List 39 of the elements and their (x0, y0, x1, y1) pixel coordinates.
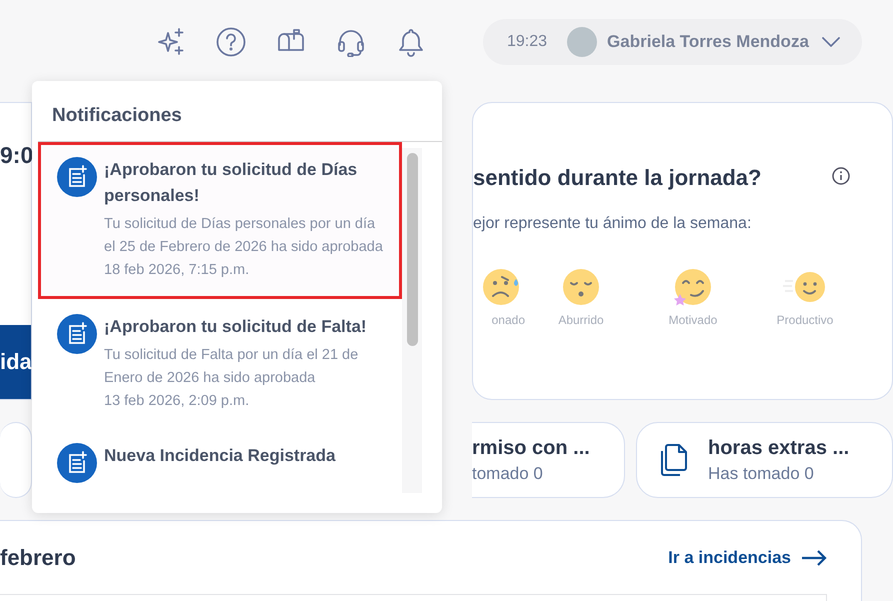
copy-icon (660, 443, 688, 477)
document-icon (57, 314, 97, 354)
help-icon[interactable] (216, 27, 246, 57)
stat-card[interactable]: horas extras ... Has tomado 0 (636, 422, 893, 498)
notification-body: Tu solicitud de Falta por un día el 21 de Enero de 2026 ha sido aprobada (104, 346, 360, 388)
clock-time: 19:23 (507, 33, 548, 51)
notification-item[interactable]: Nueva Incidencia Registrada (38, 428, 402, 493)
notification-title: Nueva Incidencia Registrada (104, 445, 336, 467)
document-icon (57, 443, 97, 483)
chevron-down-icon (822, 37, 840, 47)
stat-title: horas extras ... (708, 436, 850, 460)
stat-subtitle: Has tomado 0 (708, 464, 815, 484)
panel-title: Notificaciones (51, 104, 183, 128)
notification-time: 18 feb 2026, 7:15 p.m. (104, 261, 250, 280)
document-icon (57, 157, 97, 197)
user-name: Gabriela Torres Mendoza (607, 32, 809, 52)
smiling-face-icon (673, 267, 713, 307)
stat-title: rmiso con ... (472, 436, 590, 460)
incidents-title: febrero (0, 545, 76, 571)
info-icon[interactable] (832, 167, 850, 185)
headset-icon[interactable] (336, 27, 366, 57)
notification-title: ¡Aprobaron tu solicitud de Falta! (104, 316, 368, 338)
clock-time: 9:0 (0, 141, 34, 169)
mood-card-subtitle: ejor represente tu ánimo de la semana: (473, 215, 752, 233)
incidents-link[interactable]: Ir a incidencias (668, 548, 827, 568)
avatar (567, 27, 598, 57)
notification-time: 13 feb 2026, 2:09 p.m. (104, 392, 250, 411)
notification-item[interactable]: ¡Aprobaron tu solicitud de Días personales! Tu solicitud de Días personales por un día el 25 de Febrero de 2026 ha sido aprobada 18 feb 2026, 7:15 p.m. (38, 142, 402, 299)
bell-icon[interactable] (396, 27, 426, 57)
notification-title: ¡Aprobaron tu solicitud de Días personales! (104, 159, 358, 207)
scrollbar-thumb[interactable] (407, 153, 418, 346)
sleepy-face-icon (561, 267, 601, 307)
stat-card[interactable]: rmiso con ... tomado 0 (472, 422, 625, 498)
stat-subtitle: tomado 0 (472, 464, 544, 484)
notification-item[interactable]: ¡Aprobaron tu solicitud de Falta! Tu solicitud de Falta por un día el 21 de Enero de 2026 ha sido aprobada 13 feb 2026, 2:09 p.m. (38, 299, 402, 428)
mood-card-title: sentido durante la jornada? (473, 165, 762, 191)
arrow-right-icon (801, 550, 827, 566)
sparkle-icon[interactable] (156, 27, 186, 57)
notification-body: Tu solicitud de Días personales por un día el 25 de Febrero de 2026 ha sido aprobada (104, 215, 384, 257)
